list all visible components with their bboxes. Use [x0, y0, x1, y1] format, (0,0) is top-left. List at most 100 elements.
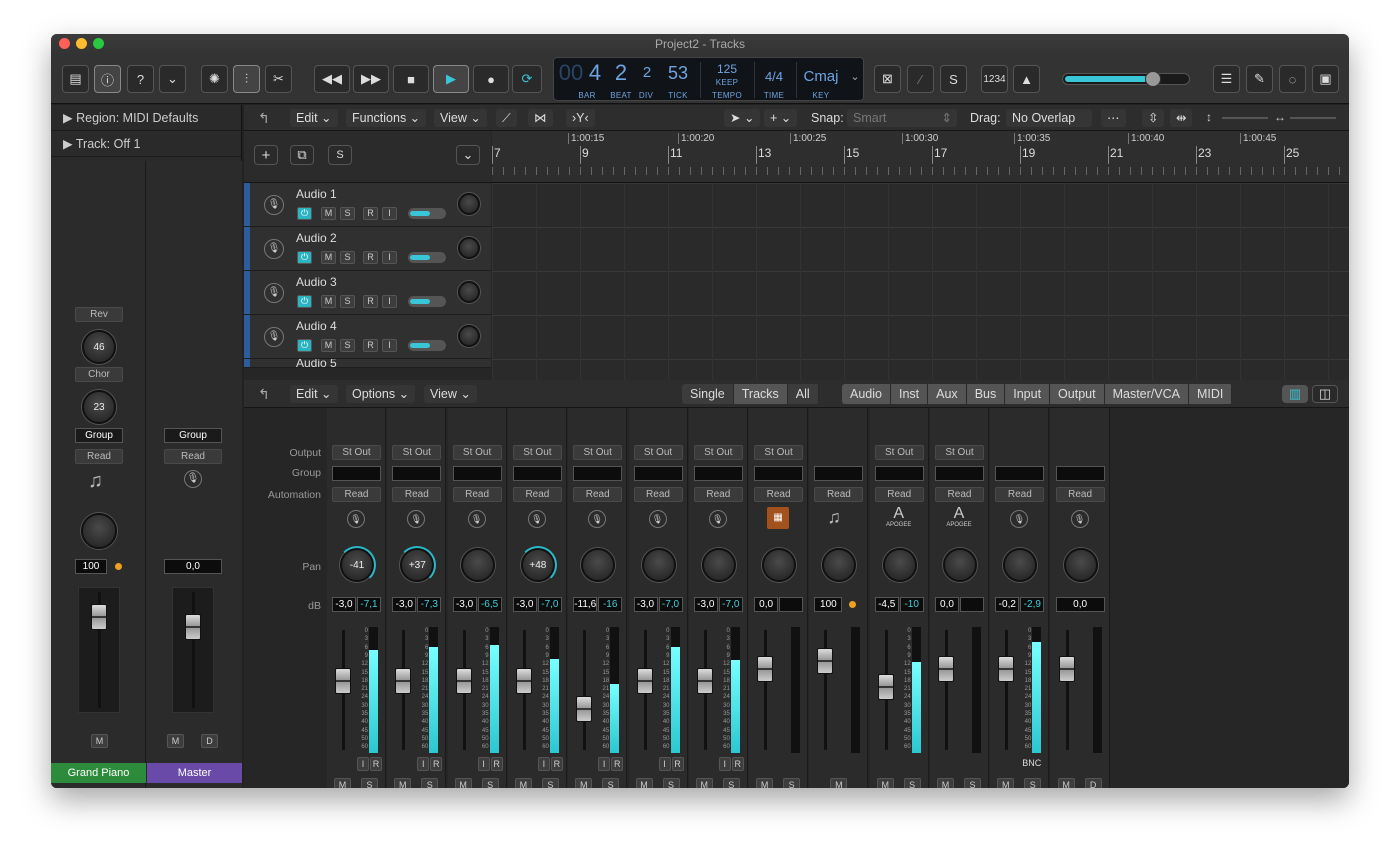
- group-slot[interactable]: [754, 466, 804, 481]
- mute-button[interactable]: M: [575, 778, 593, 788]
- automation-mode[interactable]: Read: [332, 487, 381, 502]
- cycle-button[interactable]: ⟳: [512, 65, 542, 93]
- tuner-button[interactable]: ⁄: [907, 65, 934, 93]
- volume-fader[interactable]: [511, 626, 538, 754]
- track-mute-button[interactable]: M: [321, 339, 336, 352]
- volume-fader[interactable]: [994, 626, 1021, 754]
- solo-button[interactable]: S: [361, 778, 378, 788]
- fader-cap[interactable]: [696, 668, 713, 694]
- record-enable-button[interactable]: R: [731, 757, 744, 771]
- fader-cap[interactable]: [335, 668, 351, 694]
- input-button[interactable]: I: [357, 757, 369, 771]
- fader-cap[interactable]: [817, 648, 834, 674]
- solo-button[interactable]: S: [541, 778, 559, 788]
- volume-fader[interactable]: [934, 626, 960, 754]
- horizontal-zoom-slider[interactable]: [1290, 117, 1336, 119]
- record-enable-button[interactable]: R: [430, 757, 443, 771]
- track-record-button[interactable]: R: [363, 207, 378, 220]
- input-monitor-icon[interactable]: 🎙: [648, 510, 667, 528]
- mute-button[interactable]: M: [830, 778, 848, 788]
- mute-button[interactable]: M: [167, 734, 184, 748]
- fader-cap[interactable]: [395, 668, 412, 694]
- input-button[interactable]: I: [598, 757, 611, 771]
- scope-all[interactable]: All: [788, 384, 819, 404]
- volume-fader[interactable]: [172, 587, 214, 713]
- master-volume-knob[interactable]: [1145, 71, 1161, 87]
- mute-button[interactable]: M: [635, 778, 653, 788]
- volume-fader[interactable]: [572, 626, 599, 754]
- functions-menu[interactable]: Functions ⌄: [346, 109, 427, 127]
- solo-button[interactable]: S: [722, 778, 740, 788]
- track-volume-slider[interactable]: [408, 296, 446, 307]
- track-volume-slider[interactable]: [408, 340, 446, 351]
- group-slot[interactable]: [452, 466, 502, 481]
- track-row[interactable]: Audio 5: [244, 359, 491, 368]
- track-mute-button[interactable]: M: [321, 207, 336, 220]
- volume-value[interactable]: 0,0: [754, 597, 779, 612]
- fader-cap[interactable]: [938, 656, 954, 682]
- add-track-button[interactable]: +: [254, 145, 278, 165]
- group-slot[interactable]: [1055, 466, 1105, 481]
- input-monitor-icon[interactable]: 🎙: [467, 510, 486, 528]
- track-on-button[interactable]: ⏻: [297, 207, 312, 220]
- replace-button[interactable]: ⊠: [874, 65, 901, 93]
- mute-button[interactable]: M: [756, 778, 774, 788]
- track-record-button[interactable]: R: [363, 251, 378, 264]
- track-pan-knob[interactable]: [458, 325, 480, 347]
- back-arrow-icon[interactable]: ↰: [258, 386, 270, 403]
- input-monitor-icon[interactable]: 🎙: [1070, 510, 1089, 528]
- track-row[interactable]: 🎙 Audio 2 ⏻ M S R I: [244, 227, 491, 271]
- volume-fader[interactable]: [753, 626, 780, 754]
- track-solo-button[interactable]: S: [340, 339, 355, 352]
- inspector-button[interactable]: ⓘ: [94, 65, 121, 93]
- scope-single[interactable]: Single: [682, 384, 734, 404]
- catch-button[interactable]: ›Y‹: [566, 109, 595, 127]
- track-name[interactable]: Audio 4: [296, 319, 337, 333]
- bounce-button[interactable]: BNC: [1022, 758, 1041, 768]
- fader-cap[interactable]: [1058, 656, 1075, 682]
- pan-knob[interactable]: [882, 548, 917, 582]
- output-slot[interactable]: St Out: [874, 445, 924, 460]
- mixer-edit-menu[interactable]: Edit ⌄: [290, 385, 338, 403]
- zoom-button[interactable]: [93, 38, 104, 49]
- forward-button[interactable]: ▶▶: [353, 65, 389, 93]
- region-inspector-header[interactable]: ▶ Region: MIDI Defaults: [51, 105, 241, 131]
- filter-audio[interactable]: Audio: [842, 384, 891, 404]
- output-slot[interactable]: St Out: [392, 445, 442, 460]
- lcd-menu-chevron-icon[interactable]: ⌄: [848, 70, 862, 83]
- mute-button[interactable]: M: [514, 778, 532, 788]
- record-button[interactable]: ●: [473, 65, 509, 93]
- group-slot[interactable]: [814, 466, 864, 481]
- record-enable-button[interactable]: R: [490, 757, 503, 771]
- pan-knob[interactable]: [1003, 548, 1038, 582]
- automation-mode[interactable]: Read: [75, 449, 123, 464]
- track-name[interactable]: Audio 3: [296, 275, 337, 289]
- snap-select[interactable]: Smart ⇕: [847, 109, 957, 127]
- pan-knob[interactable]: [701, 548, 736, 582]
- solo-mode-button[interactable]: S: [940, 65, 967, 93]
- horizontal-zoom-button[interactable]: ⇹: [1170, 109, 1193, 127]
- dim-button[interactable]: D: [1084, 778, 1102, 788]
- group-slot[interactable]: [512, 466, 562, 481]
- filter-aux[interactable]: Aux: [928, 384, 967, 404]
- volume-fader[interactable]: [873, 626, 900, 754]
- pan-knob[interactable]: [641, 548, 676, 582]
- solo-button[interactable]: S: [903, 778, 921, 788]
- mixer-button[interactable]: ⫶: [233, 65, 260, 93]
- fader-cap[interactable]: [576, 696, 593, 722]
- volume-value[interactable]: -0,2: [995, 597, 1020, 612]
- track-pan-knob[interactable]: [458, 281, 480, 303]
- back-arrow-icon[interactable]: ↰: [258, 110, 270, 127]
- wide-strips-button[interactable]: ◫: [1312, 385, 1338, 403]
- automation-mode[interactable]: Read: [995, 487, 1045, 502]
- automation-mode[interactable]: Read: [1055, 487, 1105, 502]
- automation-mode[interactable]: Read: [392, 487, 442, 502]
- solo-button[interactable]: S: [602, 778, 620, 788]
- strip-name[interactable]: Master: [147, 763, 242, 783]
- pan-knob[interactable]: [81, 513, 117, 549]
- track-record-button[interactable]: R: [363, 339, 378, 352]
- output-slot[interactable]: St Out: [573, 445, 623, 460]
- toolbar-toggle-button[interactable]: ⌄: [159, 65, 186, 93]
- mute-button[interactable]: M: [91, 734, 108, 748]
- mixer-options-menu[interactable]: Options ⌄: [346, 385, 416, 403]
